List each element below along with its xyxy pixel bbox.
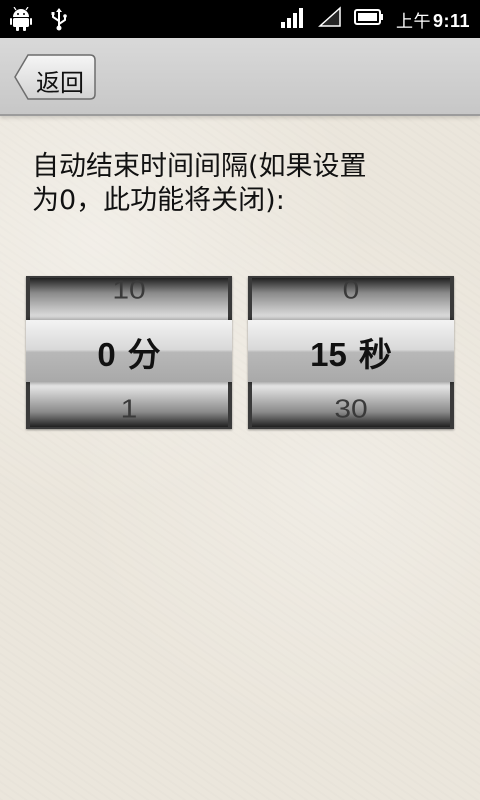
seconds-selection-band: 15 秒 bbox=[248, 320, 454, 382]
seconds-prev-value[interactable]: 0 bbox=[248, 277, 454, 306]
minutes-selected: 0分 bbox=[26, 328, 232, 376]
clock-ampm: 上午 bbox=[395, 11, 431, 31]
minutes-prev-value[interactable]: 10 bbox=[26, 277, 232, 306]
minutes-picker[interactable]: 10 0分 1 bbox=[26, 276, 232, 429]
seconds-unit-label: 秒 bbox=[358, 335, 392, 374]
description-line-2: 为0，此功能将关闭): bbox=[32, 185, 285, 216]
minutes-unit-label: 分 bbox=[127, 335, 161, 374]
seconds-selected: 15 秒 bbox=[248, 328, 454, 376]
clock-time: 9:11 bbox=[432, 10, 470, 31]
android-icon bbox=[10, 6, 32, 35]
wifi-icon bbox=[317, 6, 342, 32]
interval-description: 自动结束时间间隔(如果设置 为0，此功能将关闭): bbox=[32, 150, 442, 218]
clock: 上午 9:11 bbox=[396, 7, 470, 32]
seconds-picker[interactable]: 0 15 秒 30 bbox=[248, 276, 454, 429]
seconds-next-value[interactable]: 30 bbox=[248, 396, 454, 425]
minutes-selection-band: 0分 bbox=[26, 320, 232, 382]
minutes-next-value[interactable]: 1 bbox=[26, 396, 232, 425]
usb-icon bbox=[50, 7, 68, 35]
battery-icon bbox=[353, 8, 384, 30]
seconds-selected-value: 15 bbox=[310, 336, 347, 373]
signal-icon bbox=[280, 6, 306, 32]
back-button-label: 返回 bbox=[36, 69, 84, 97]
status-bar: 上午 9:11 bbox=[0, 0, 480, 38]
title-bar: 返回 bbox=[0, 38, 480, 116]
minutes-selected-value: 0 bbox=[97, 336, 116, 373]
description-line-1: 自动结束时间间隔(如果设置 bbox=[32, 151, 367, 182]
back-button[interactable]: 返回 bbox=[14, 54, 96, 100]
